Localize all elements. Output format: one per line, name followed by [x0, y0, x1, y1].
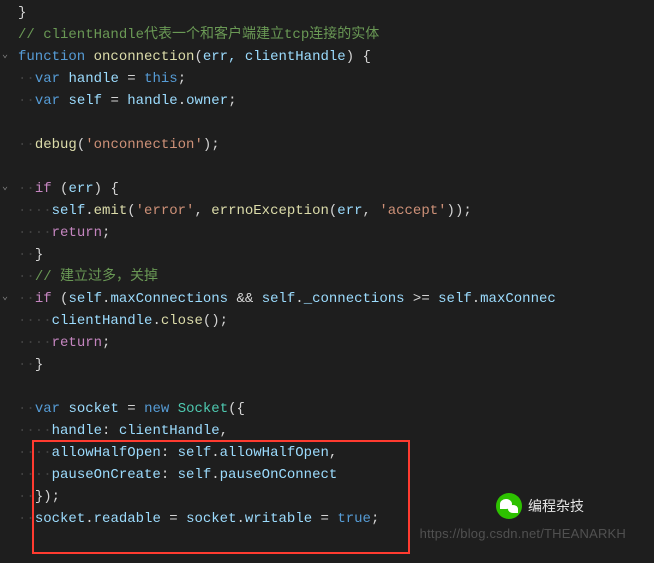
- code-line: ··var self = handle.owner;: [18, 90, 654, 112]
- blank-line: [18, 376, 654, 398]
- fold-icon[interactable]: ⌄: [2, 182, 14, 194]
- code-line: }: [18, 2, 654, 24]
- wechat-icon: [496, 493, 522, 519]
- code-line: ····allowHalfOpen: self.allowHalfOpen,: [18, 442, 654, 464]
- code-line: ··var socket = new Socket({: [18, 398, 654, 420]
- code-line: ⌄function onconnection(err, clientHandle…: [18, 46, 654, 68]
- code-editor[interactable]: } // clientHandle代表一个和客户端建立tcp连接的实体 ⌄fun…: [0, 0, 654, 530]
- code-line: // clientHandle代表一个和客户端建立tcp连接的实体: [18, 24, 654, 46]
- code-line: ····self.emit('error', errnoException(er…: [18, 200, 654, 222]
- code-line: ··var handle = this;: [18, 68, 654, 90]
- code-line: ····handle: clientHandle,: [18, 420, 654, 442]
- code-line: ··// 建立过多，关掉: [18, 266, 654, 288]
- code-line: ··}: [18, 354, 654, 376]
- wechat-badge: 编程杂技: [496, 493, 584, 519]
- blank-line: [18, 112, 654, 134]
- code-line: ····return;: [18, 222, 654, 244]
- code-line: ····pauseOnCreate: self.pauseOnConnect: [18, 464, 654, 486]
- fold-icon[interactable]: ⌄: [2, 292, 14, 304]
- code-line: ⌄··if (self.maxConnections && self._conn…: [18, 288, 654, 310]
- code-line: ····clientHandle.close();: [18, 310, 654, 332]
- fold-icon[interactable]: ⌄: [2, 50, 14, 62]
- code-line: ··}: [18, 244, 654, 266]
- blank-line: [18, 156, 654, 178]
- watermark-text: https://blog.csdn.net/THEANARKH: [420, 523, 626, 545]
- code-line: ⌄··if (err) {: [18, 178, 654, 200]
- wechat-label: 编程杂技: [528, 495, 584, 517]
- code-line: ··debug('onconnection');: [18, 134, 654, 156]
- code-line: ····return;: [18, 332, 654, 354]
